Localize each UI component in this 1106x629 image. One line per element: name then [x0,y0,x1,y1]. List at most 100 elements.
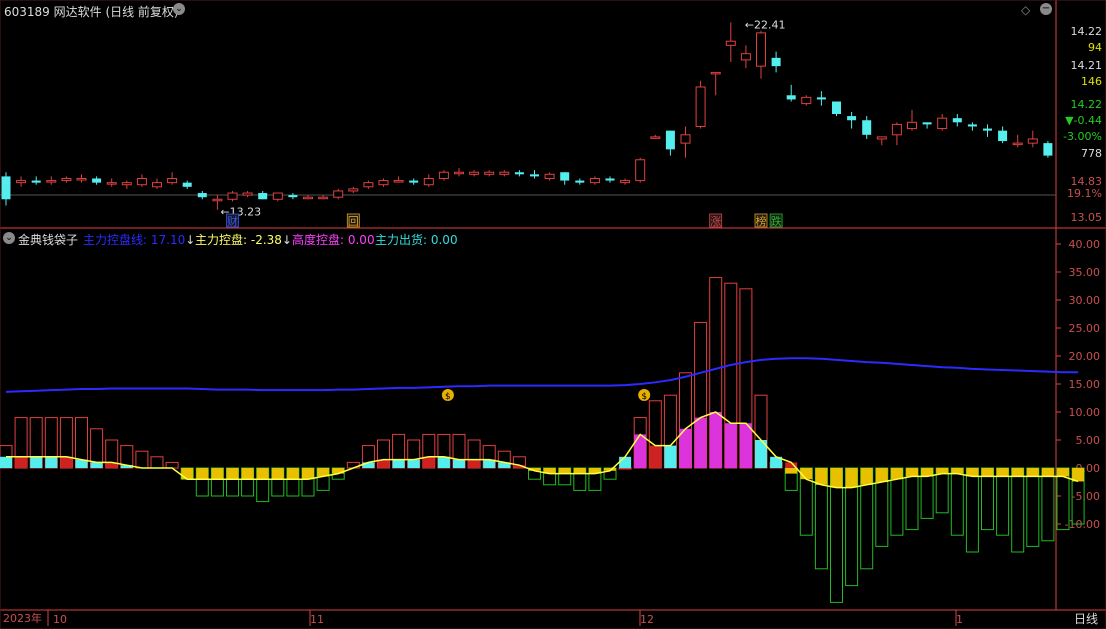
high-control-bar [30,456,43,468]
candle-body [544,173,555,179]
control-bar [165,461,179,469]
candle-body [423,177,434,186]
candle-body [514,172,524,175]
candle-body [530,174,539,177]
y-tick-label: 20.00 [1069,350,1101,363]
candle-body [242,192,253,196]
control-bar [950,467,964,536]
event-marker: 财 [227,214,238,228]
distribution-bar [241,468,254,480]
candle-body [469,171,480,175]
distribution-bar [1011,468,1024,477]
candle-body [1043,143,1053,156]
distribution-bar [211,468,224,480]
candle-body [725,40,736,46]
legend-distribution: 主力出货: 0.00 [375,233,458,247]
high-control-bar [664,445,677,468]
y-tick-label: 30.00 [1069,294,1101,307]
candle-body [816,97,826,100]
date-month-1: 1 [956,613,963,626]
distribution-bar [226,468,239,480]
distribution-bar [196,468,209,480]
high-control-bar [15,456,28,468]
distribution-bar [845,468,858,488]
distribution-bar [558,468,571,474]
price-axis-label-b: 19.1% [1067,187,1102,200]
minimize-icon[interactable]: − [1040,3,1052,15]
distribution-bar [256,468,269,480]
event-marker: 跌 [771,214,782,228]
high-control-bar [468,459,481,468]
candle-body [680,134,691,144]
distribution-bar [875,468,888,482]
candle-body [740,53,751,61]
y-tick-label: 10.00 [1069,406,1101,419]
legend-high-control: 高度控盘: 0.00 [292,233,375,247]
high-control-bar [90,462,103,468]
candle-body [786,95,796,100]
candle-body [212,198,223,202]
candle-body [288,195,298,198]
distribution-bar [830,468,843,488]
candle-body [650,136,661,139]
candle-body [272,192,283,200]
distribution-bar [981,468,994,477]
y-tick-label: 25.00 [1069,322,1101,335]
candle-body [862,120,872,135]
quote-change-pct: -3.00% [1063,130,1102,143]
candle-body [31,180,41,183]
distribution-bar [286,468,299,480]
legend-main-control-line: 主力控盘线: 17.10↓ [83,231,195,248]
control-bar [150,456,164,469]
candle-body [258,193,268,200]
distribution-bar [302,468,314,480]
candle-body [560,172,570,181]
indicator-name: 金典钱袋子 [18,233,79,247]
down-triangle-icon: ▼ [1065,114,1074,127]
candle-body [484,171,495,175]
candle-body [333,190,344,198]
price-axis-label-c: 13.05 [1070,211,1103,224]
legend-main-control-label: 主力控盘: -2.38 [195,233,282,247]
high-control-bar [739,423,752,468]
indicator-dropdown-icon[interactable]: ⌄ [3,232,15,244]
candle-body [92,178,102,183]
down-arrow-icon: ↓ [281,233,292,247]
candle-body [952,118,962,123]
candle-body [136,177,147,186]
candle-body [378,180,389,186]
distribution-bar [906,468,918,477]
control-bar [135,450,149,469]
event-marker: 榜 [756,214,767,228]
high-control-bar [619,456,632,468]
diamond-icon[interactable]: ◇ [1021,3,1030,17]
quote-change: ▼-0.44 [1065,114,1102,127]
money-bag-symbol: $ [641,392,647,402]
chart-canvas: ←22.41←13.23财回涨榜跌40.0035.0030.0025.0020.… [0,0,1106,629]
period-tab[interactable]: 日线 [1074,610,1098,627]
candle-body [937,117,948,130]
high-control-bar [422,456,435,468]
candle-body [891,123,902,136]
candle-body [771,57,781,67]
control-curve [6,411,1079,489]
high-control-bar [724,423,737,468]
control-bar [1041,467,1055,542]
distribution-bar [785,468,798,474]
candle-body [1,176,11,200]
title-dropdown-icon[interactable]: ⌄ [173,3,185,15]
high-control-bar [407,459,420,468]
quote-price: 14.22 [1070,98,1103,111]
y-tick-label: 5.00 [1076,434,1101,447]
candle-body [967,124,977,127]
distribution-bar [271,468,284,480]
distribution-bar [996,468,1009,477]
candle-body [998,130,1008,142]
candle-body [16,180,27,184]
candle-body [438,171,449,179]
event-marker: 涨 [710,215,721,228]
money-bag-symbol: $ [445,392,451,402]
high-control-bar [453,459,465,468]
window-border [0,0,1106,629]
candle-body [710,71,721,75]
